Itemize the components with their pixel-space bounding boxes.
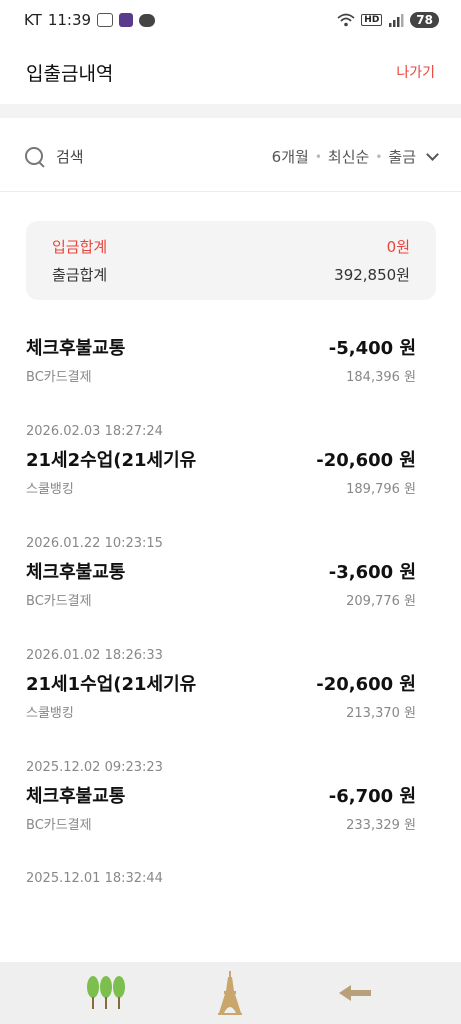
nav-trees-button[interactable]	[76, 968, 136, 1018]
txn-title: 체크후불교통	[26, 338, 126, 359]
txn-balance: 189,796 원	[346, 481, 416, 497]
hd-badge: HD	[361, 14, 383, 26]
txn-sub-row: 스쿨뱅킹 189,796 원	[26, 476, 416, 498]
txn-method: 스쿨뱅킹	[26, 481, 74, 497]
status-right: HD 78	[337, 12, 439, 28]
wifi-icon	[337, 13, 355, 27]
carrier-label: KT	[24, 11, 42, 29]
summary-card: 입금합계 0원 출금합계 392,850원	[26, 221, 436, 300]
txn-date: 2025.12.02 09:23:23	[26, 760, 163, 775]
page-title: 입출금내역	[26, 62, 114, 85]
txn-date: 2025.12.01 18:32:44	[26, 871, 163, 886]
signal-icon	[389, 14, 404, 27]
list-item[interactable]: 2026.01.22 10:23:15 체크후불교통 -3,600 원 BC카드…	[26, 534, 416, 610]
txn-balance: 184,396 원	[346, 369, 416, 385]
txn-method: 스쿨뱅킹	[26, 705, 74, 721]
filter-dropdown[interactable]: 6개월 • 최신순 • 출금	[271, 146, 439, 167]
deposit-total-row: 입금합계 0원	[52, 232, 410, 260]
txn-balance: 213,370 원	[346, 705, 416, 721]
txn-date: 2026.01.22 10:23:15	[26, 536, 163, 551]
txn-sub-row: BC카드결제 209,776 원	[26, 588, 416, 610]
txn-amount: -5,400 원	[328, 338, 416, 359]
filter-type: 출금	[388, 148, 416, 166]
txn-balance: 233,329 원	[346, 817, 416, 833]
back-arrow-icon	[338, 985, 371, 1001]
txn-date: 2026.02.03 18:27:24	[26, 424, 163, 439]
app-header: 입출금내역 나가기	[0, 40, 461, 104]
txn-sub-row: 스쿨뱅킹 213,370 원	[26, 700, 416, 722]
filter-period: 6개월	[271, 148, 309, 166]
section-divider	[0, 104, 461, 118]
battery-indicator: 78	[410, 12, 439, 28]
txn-main-row: 21세2수업(21세기유 -20,600 원	[26, 442, 416, 476]
txn-title: 체크후불교통	[26, 786, 126, 807]
txn-amount: -20,600 원	[316, 674, 416, 695]
txn-method: BC카드결제	[26, 817, 92, 833]
txn-date: 2026.01.02 18:26:33	[26, 648, 163, 663]
filter-sort: 최신순	[327, 148, 370, 166]
chevron-down-icon[interactable]	[426, 147, 439, 161]
txn-main-row: 체크후불교통 -5,400 원	[26, 330, 416, 364]
list-item[interactable]: 체크후불교통 -5,400 원 BC카드결제 184,396 원	[26, 330, 416, 386]
status-left: KT 11:39	[24, 11, 156, 29]
txn-main-row: 체크후불교통 -6,700 원	[26, 778, 416, 812]
txn-main-row: 체크후불교통 -3,600 원	[26, 554, 416, 588]
txn-main-row: 21세1수업(21세기유 -20,600 원	[26, 666, 416, 700]
talk-icon	[139, 13, 156, 27]
txn-method: BC카드결제	[26, 369, 92, 385]
txn-amount: -3,600 원	[328, 562, 416, 583]
clock: 11:39	[47, 11, 92, 29]
trees-icon	[87, 976, 126, 1009]
withdraw-total-value: 392,850원	[334, 265, 410, 284]
txn-amount: -20,600 원	[316, 450, 416, 471]
filter-separator: •	[375, 149, 383, 164]
nav-back-button[interactable]	[325, 968, 385, 1018]
search-button[interactable]: 검색	[56, 146, 84, 167]
withdraw-total-row: 출금합계 392,850원	[52, 260, 410, 288]
deposit-total-label: 입금합계	[52, 237, 108, 256]
txn-amount: -6,700 원	[328, 786, 416, 807]
nav-tower-button[interactable]	[200, 968, 260, 1018]
deposit-total-value: 0원	[386, 237, 410, 256]
txn-title: 체크후불교통	[26, 562, 126, 583]
txn-sub-row: BC카드결제 184,396 원	[26, 364, 416, 386]
bottom-nav	[0, 962, 461, 1024]
txn-title: 21세2수업(21세기유	[26, 450, 197, 471]
exit-button[interactable]: 나가기	[396, 62, 435, 82]
search-filter-row: 검색 6개월 • 최신순 • 출금	[0, 122, 461, 192]
txn-sub-row: BC카드결제 233,329 원	[26, 812, 416, 834]
withdraw-total-label: 출금합계	[52, 265, 108, 284]
eiffel-tower-icon	[218, 971, 243, 1015]
list-item[interactable]: 2026.02.03 18:27:24 21세2수업(21세기유 -20,600…	[26, 422, 416, 498]
status-bar: KT 11:39 HD 78	[0, 0, 461, 40]
home-app-icon	[119, 13, 134, 27]
filter-separator: •	[314, 149, 322, 164]
txn-method: BC카드결제	[26, 593, 92, 609]
search-icon[interactable]	[24, 146, 46, 168]
list-item[interactable]: 2025.12.02 09:23:23 체크후불교통 -6,700 원 BC카드…	[26, 758, 416, 834]
list-item[interactable]: 2026.01.02 18:26:33 21세1수업(21세기유 -20,600…	[26, 646, 416, 722]
txn-title: 21세1수업(21세기유	[26, 674, 197, 695]
txn-balance: 209,776 원	[346, 593, 416, 609]
screenshot-icon	[97, 13, 114, 27]
